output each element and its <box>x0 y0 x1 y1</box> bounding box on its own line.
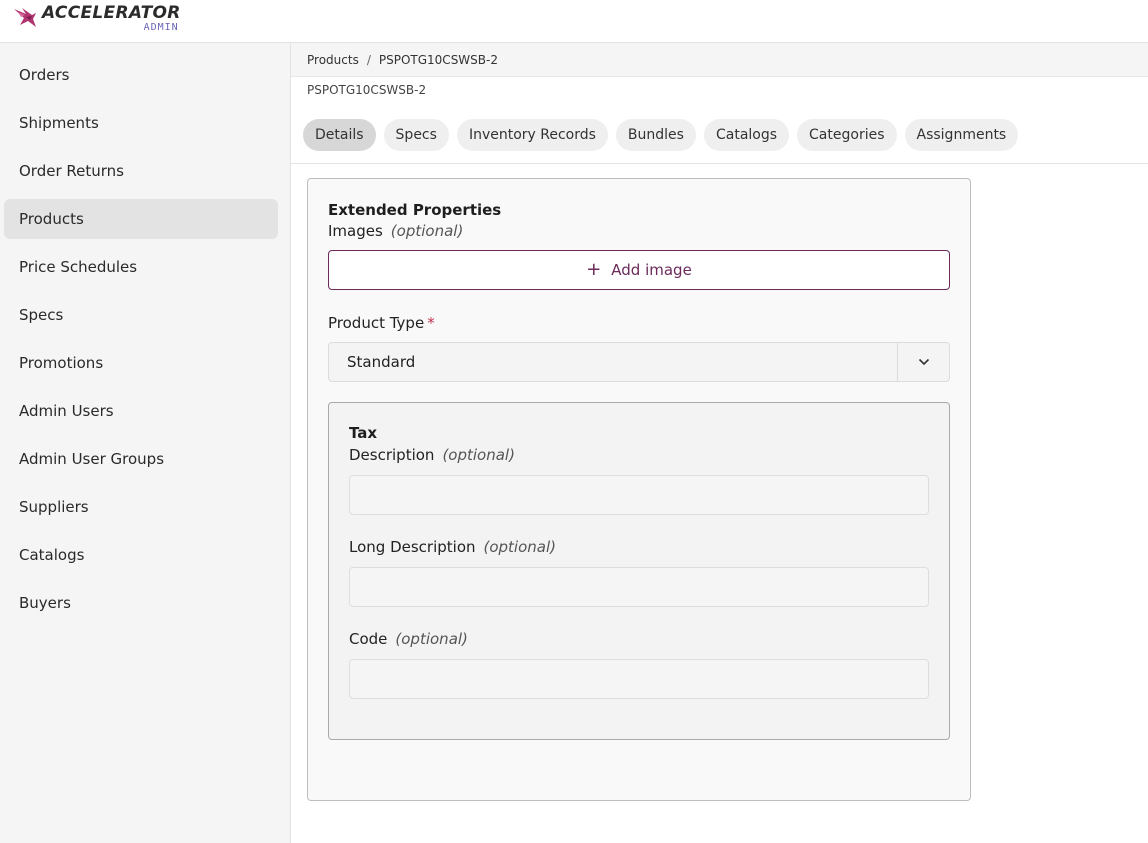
images-label: Images (optional) <box>328 222 463 240</box>
product-type-value: Standard <box>347 353 416 371</box>
product-id-subtitle: PSPOTG10CSWSB-2 <box>307 83 427 97</box>
sidebar-item-orders[interactable]: Orders <box>4 55 278 95</box>
main-content: Products / PSPOTG10CSWSB-2 PSPOTG10CSWSB… <box>291 43 1148 843</box>
tax-description-label: Description (optional) <box>349 446 515 464</box>
tax-heading: Tax <box>349 424 378 442</box>
breadcrumb: Products / PSPOTG10CSWSB-2 <box>291 43 1148 77</box>
required-asterisk: * <box>427 314 435 332</box>
sidebar-item-price-schedules[interactable]: Price Schedules <box>4 247 278 287</box>
sidebar-item-catalogs[interactable]: Catalogs <box>4 535 278 575</box>
tab-details[interactable]: Details <box>303 119 376 151</box>
sidebar-item-specs[interactable]: Specs <box>4 295 278 335</box>
extended-properties-card: Extended Properties Images (optional) + A… <box>307 178 971 801</box>
extended-properties-heading: Extended Properties <box>328 201 502 219</box>
images-optional-hint: (optional) <box>390 222 464 240</box>
brand-title: ACCELERATOR <box>42 3 181 23</box>
long-description-label: Long Description (optional) <box>349 538 556 556</box>
code-label-text: Code <box>349 630 388 648</box>
tab-categories[interactable]: Categories <box>797 119 897 151</box>
long-description-optional-hint: (optional) <box>483 538 557 556</box>
sidebar-item-shipments[interactable]: Shipments <box>4 103 278 143</box>
add-image-label: Add image <box>611 261 692 279</box>
bird-logo-icon <box>14 8 36 27</box>
images-label-text: Images <box>328 222 383 240</box>
tab-bundles[interactable]: Bundles <box>615 119 696 151</box>
product-type-label: Product Type * <box>328 314 435 332</box>
tax-description-input[interactable] <box>349 475 929 515</box>
long-description-label-text: Long Description <box>349 538 476 556</box>
sidebar-item-order-returns[interactable]: Order Returns <box>4 151 278 191</box>
tax-description-label-text: Description <box>349 446 435 464</box>
sidebar-item-products[interactable]: Products <box>4 199 278 239</box>
code-optional-hint: (optional) <box>395 630 468 648</box>
logo[interactable]: ACCELERATOR ADMIN <box>12 3 181 37</box>
tax-description-optional-hint: (optional) <box>442 446 515 464</box>
breadcrumb-separator: / <box>366 52 371 67</box>
brand-subtitle: ADMIN <box>143 22 179 33</box>
sidebar-item-admin-users[interactable]: Admin Users <box>4 391 278 431</box>
sidebar: Orders Shipments Order Returns Products … <box>0 43 291 843</box>
plus-icon: + <box>586 259 602 280</box>
product-type-label-text: Product Type <box>328 314 425 332</box>
add-image-button[interactable]: + Add image <box>328 250 950 290</box>
long-description-input[interactable] <box>349 567 929 607</box>
breadcrumb-products-link[interactable]: Products <box>307 53 359 67</box>
top-bar: ACCELERATOR ADMIN <box>0 0 1148 43</box>
tax-panel: Tax Description (optional) Long Descripti… <box>328 402 950 740</box>
chevron-down-icon[interactable] <box>898 343 950 381</box>
tab-bar: Details Specs Inventory Records Bundles … <box>303 119 1019 151</box>
sidebar-item-buyers[interactable]: Buyers <box>4 583 278 623</box>
tab-inventory-records[interactable]: Inventory Records <box>456 119 608 151</box>
tabs-divider <box>291 163 1148 164</box>
sidebar-item-suppliers[interactable]: Suppliers <box>4 487 278 527</box>
tab-catalogs[interactable]: Catalogs <box>703 119 790 151</box>
product-type-select[interactable]: Standard <box>328 342 950 382</box>
logo-text: ACCELERATOR ADMIN <box>42 3 181 33</box>
code-label: Code (optional) <box>349 630 468 648</box>
code-input[interactable] <box>349 659 929 699</box>
tab-assignments[interactable]: Assignments <box>904 119 1019 151</box>
breadcrumb-current: PSPOTG10CSWSB-2 <box>378 52 498 67</box>
tab-specs[interactable]: Specs <box>383 119 449 151</box>
sidebar-item-promotions[interactable]: Promotions <box>4 343 278 383</box>
sidebar-item-admin-user-groups[interactable]: Admin User Groups <box>4 439 278 479</box>
